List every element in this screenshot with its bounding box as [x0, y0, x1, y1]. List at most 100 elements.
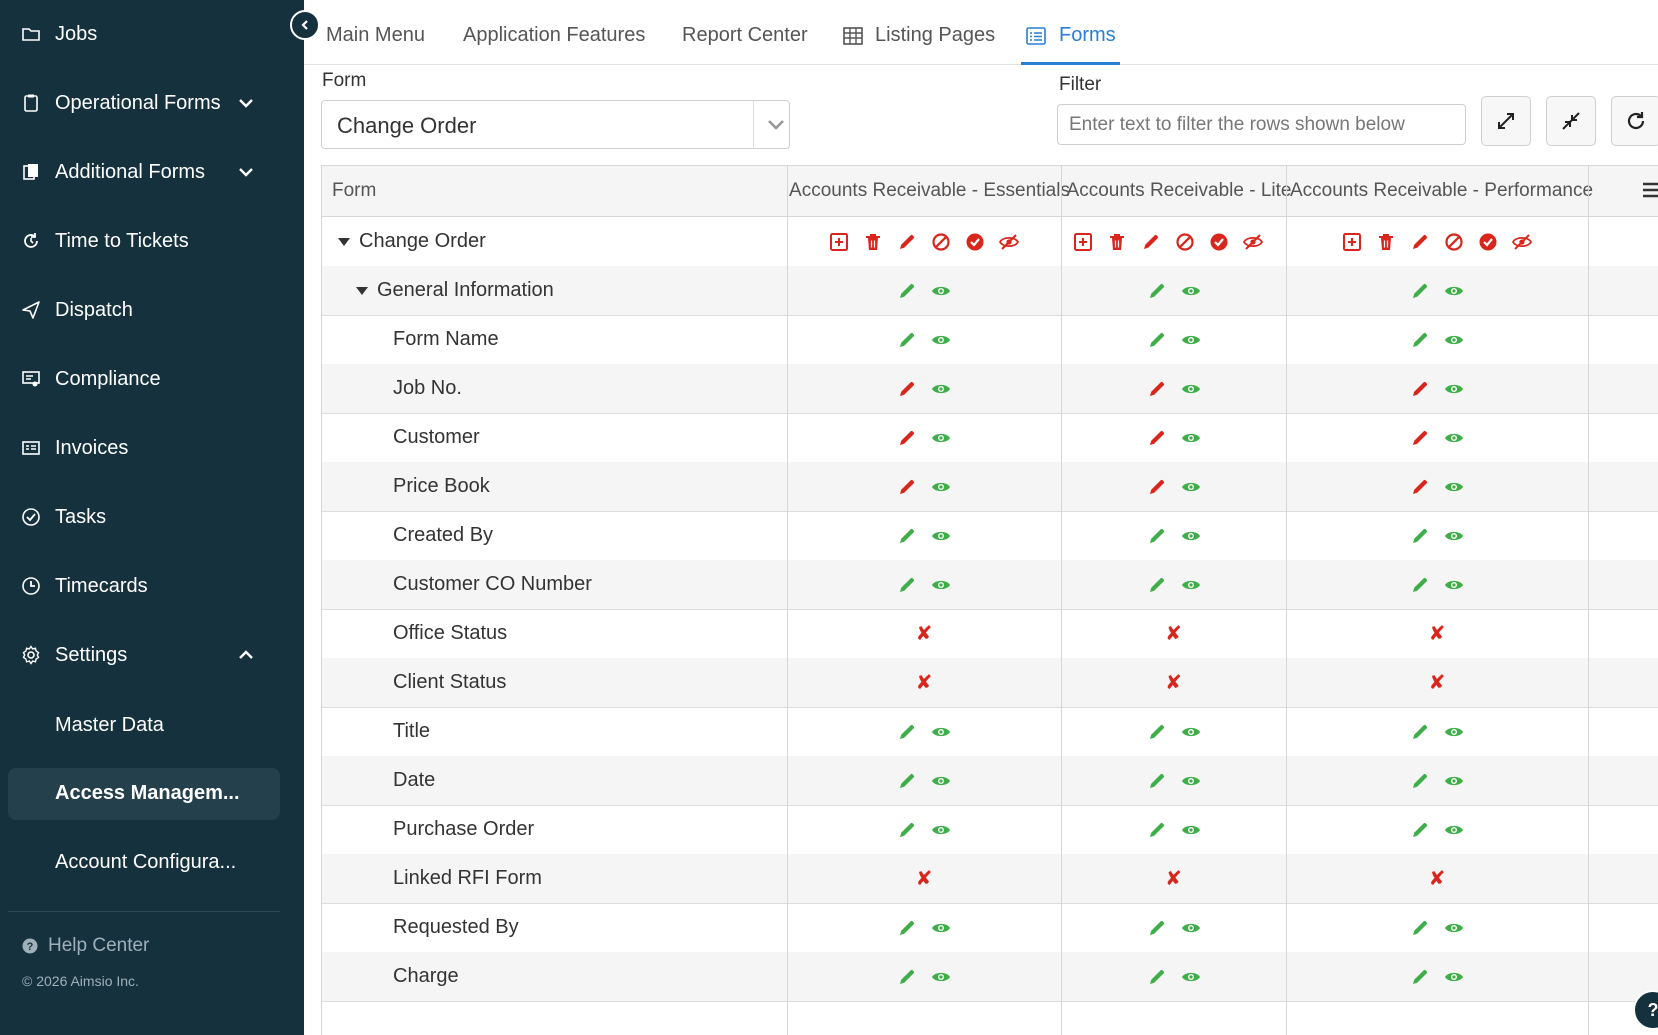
no-access-icon[interactable]: ✘: [916, 624, 933, 644]
table-row[interactable]: General Information: [322, 266, 1658, 316]
view-icon[interactable]: [1443, 476, 1465, 498]
view-icon[interactable]: [930, 917, 952, 939]
edit-icon[interactable]: [896, 280, 918, 302]
view-icon[interactable]: [1443, 966, 1465, 988]
table-row[interactable]: Change Order: [322, 217, 1658, 267]
deny-permission-icon[interactable]: [1174, 231, 1196, 253]
view-icon[interactable]: [930, 770, 952, 792]
edit-icon[interactable]: [1409, 574, 1431, 596]
view-icon[interactable]: [1180, 525, 1202, 547]
sidebar-subitem-master-data[interactable]: Master Data: [8, 700, 280, 752]
sidebar-item-time-to-tickets[interactable]: Time to Tickets: [0, 219, 304, 263]
edit-icon[interactable]: [896, 525, 918, 547]
view-icon[interactable]: [1443, 280, 1465, 302]
view-icon[interactable]: [1443, 819, 1465, 841]
edit-permission-icon[interactable]: [1409, 231, 1431, 253]
edit-icon[interactable]: [1409, 329, 1431, 351]
add-permission-icon[interactable]: [1341, 231, 1363, 253]
expand-all-button[interactable]: [1481, 96, 1531, 146]
edit-required-icon[interactable]: [896, 427, 918, 449]
edit-icon[interactable]: [1146, 525, 1168, 547]
edit-icon[interactable]: [896, 966, 918, 988]
edit-icon[interactable]: [1409, 721, 1431, 743]
sidebar-item-tasks[interactable]: Tasks: [0, 495, 304, 539]
view-icon[interactable]: [930, 574, 952, 596]
sidebar-item-settings[interactable]: Settings: [0, 633, 304, 677]
view-icon[interactable]: [930, 966, 952, 988]
edit-icon[interactable]: [1146, 770, 1168, 792]
view-icon[interactable]: [1443, 917, 1465, 939]
filter-input[interactable]: [1057, 104, 1466, 145]
table-row[interactable]: Date: [322, 756, 1658, 806]
no-access-icon[interactable]: ✘: [1165, 673, 1182, 693]
sidebar-subitem-account-configuration[interactable]: Account Configura...: [8, 837, 280, 889]
view-icon[interactable]: [1180, 329, 1202, 351]
edit-icon[interactable]: [896, 574, 918, 596]
view-icon[interactable]: [1443, 574, 1465, 596]
edit-required-icon[interactable]: [1409, 378, 1431, 400]
table-row[interactable]: Office Status ✘ ✘ ✘: [322, 609, 1658, 659]
edit-icon[interactable]: [1146, 917, 1168, 939]
view-icon[interactable]: [1443, 721, 1465, 743]
delete-permission-icon[interactable]: [862, 231, 884, 253]
edit-required-icon[interactable]: [1146, 378, 1168, 400]
table-row[interactable]: Charge: [322, 952, 1658, 1002]
table-row[interactable]: Job No.: [322, 364, 1658, 414]
hidden-permission-icon[interactable]: [1511, 231, 1533, 253]
collapse-all-button[interactable]: [1546, 96, 1596, 146]
edit-icon[interactable]: [1409, 280, 1431, 302]
view-icon[interactable]: [1180, 819, 1202, 841]
sidebar-item-operational-forms[interactable]: Operational Forms: [0, 81, 304, 125]
tab-main-menu[interactable]: Main Menu: [326, 24, 425, 47]
deny-permission-icon[interactable]: [930, 231, 952, 253]
column-header-lite[interactable]: Accounts Receivable - Lite: [1066, 166, 1292, 216]
view-icon[interactable]: [930, 721, 952, 743]
no-access-icon[interactable]: ✘: [1429, 624, 1446, 644]
no-access-icon[interactable]: ✘: [1429, 869, 1446, 889]
approve-permission-icon[interactable]: [1208, 231, 1230, 253]
view-icon[interactable]: [1443, 378, 1465, 400]
table-row[interactable]: Linked RFI Form ✘ ✘ ✘: [322, 854, 1658, 904]
sidebar-item-timecards[interactable]: Timecards: [0, 564, 304, 608]
no-access-icon[interactable]: ✘: [916, 673, 933, 693]
edit-icon[interactable]: [1409, 966, 1431, 988]
form-select-dropdown[interactable]: Change Order: [321, 100, 790, 149]
edit-required-icon[interactable]: [1409, 476, 1431, 498]
add-permission-icon[interactable]: [828, 231, 850, 253]
view-icon[interactable]: [930, 378, 952, 400]
edit-required-icon[interactable]: [1409, 427, 1431, 449]
edit-icon[interactable]: [896, 819, 918, 841]
view-icon[interactable]: [930, 329, 952, 351]
view-icon[interactable]: [1180, 917, 1202, 939]
view-icon[interactable]: [1180, 770, 1202, 792]
table-row[interactable]: Created By: [322, 511, 1658, 561]
table-row[interactable]: Title: [322, 707, 1658, 757]
column-header-form[interactable]: Form: [332, 166, 376, 216]
collapse-caret-icon[interactable]: [338, 237, 350, 246]
tab-listing-pages[interactable]: Listing Pages: [843, 24, 995, 47]
table-row[interactable]: Price Book: [322, 462, 1658, 512]
edit-required-icon[interactable]: [1146, 476, 1168, 498]
edit-permission-icon[interactable]: [896, 231, 918, 253]
view-icon[interactable]: [1443, 525, 1465, 547]
view-icon[interactable]: [1180, 427, 1202, 449]
edit-icon[interactable]: [896, 721, 918, 743]
table-row[interactable]: Customer: [322, 413, 1658, 463]
edit-icon[interactable]: [896, 770, 918, 792]
sidebar-item-additional-forms[interactable]: Additional Forms: [0, 150, 304, 194]
edit-icon[interactable]: [1409, 770, 1431, 792]
deny-permission-icon[interactable]: [1443, 231, 1465, 253]
table-row[interactable]: Purchase Order: [322, 805, 1658, 855]
sidebar-item-invoices[interactable]: Invoices: [0, 426, 304, 470]
edit-icon[interactable]: [1146, 721, 1168, 743]
edit-icon[interactable]: [1409, 525, 1431, 547]
view-icon[interactable]: [1180, 280, 1202, 302]
edit-icon[interactable]: [1146, 329, 1168, 351]
sidebar-item-dispatch[interactable]: Dispatch: [0, 288, 304, 332]
view-icon[interactable]: [930, 525, 952, 547]
hidden-permission-icon[interactable]: [1242, 231, 1264, 253]
view-icon[interactable]: [1180, 574, 1202, 596]
sidebar-item-jobs[interactable]: Jobs: [0, 12, 304, 56]
view-icon[interactable]: [1180, 378, 1202, 400]
view-icon[interactable]: [1443, 770, 1465, 792]
